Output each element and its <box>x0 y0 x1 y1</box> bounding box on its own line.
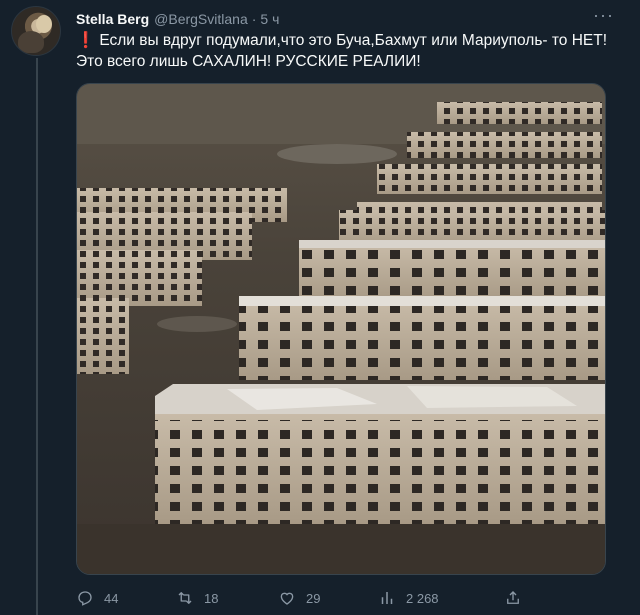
avatar-head <box>36 15 52 33</box>
tweet-line-1: Если вы вдруг подумали,что это Буча,Бахм… <box>99 32 608 49</box>
reply-count: 44 <box>104 590 119 606</box>
avatar[interactable] <box>11 6 61 56</box>
tweet-time[interactable]: 5 ч <box>260 11 279 27</box>
tweet-header: Stella Berg @BergSvitlana · 5 ч <box>76 9 620 29</box>
exclamation-icon: ❗ <box>76 32 96 49</box>
thread-line <box>36 58 38 615</box>
photo-abandoned-buildings <box>77 84 605 574</box>
analytics-icon <box>381 592 393 604</box>
reply-icon <box>78 591 92 606</box>
like-button[interactable]: 29 <box>278 589 320 607</box>
tweet-line-2: Это всего лишь САХАЛИН! РУССКИЕ РЕАЛИИ! <box>76 53 421 70</box>
tweet-text-line-1: ❗ Если вы вдруг подумали,что это Буча,Бах… <box>76 30 621 51</box>
separator-dot: · <box>251 11 257 27</box>
views-button[interactable]: 2 268 <box>378 589 439 607</box>
retweet-count: 18 <box>204 590 219 606</box>
tweet-photo[interactable] <box>76 83 606 575</box>
more-icon[interactable]: ··· <box>593 6 614 24</box>
avatar-figure <box>18 31 44 53</box>
tweet-actions: 44 18 29 2 268 <box>76 588 536 608</box>
share-icon <box>507 591 519 604</box>
tweet-text: ❗ Если вы вдруг подумали,что это Буча,Бах… <box>76 30 621 72</box>
author-handle[interactable]: @BergSvitlana <box>154 11 248 27</box>
reply-button[interactable]: 44 <box>76 589 118 607</box>
retweet-icon <box>178 592 192 604</box>
author-name[interactable]: Stella Berg <box>76 11 149 27</box>
retweet-button[interactable]: 18 <box>176 589 218 607</box>
heart-icon <box>280 592 294 605</box>
views-count: 2 268 <box>406 590 439 606</box>
share-button[interactable] <box>504 589 522 607</box>
like-count: 29 <box>306 590 321 606</box>
